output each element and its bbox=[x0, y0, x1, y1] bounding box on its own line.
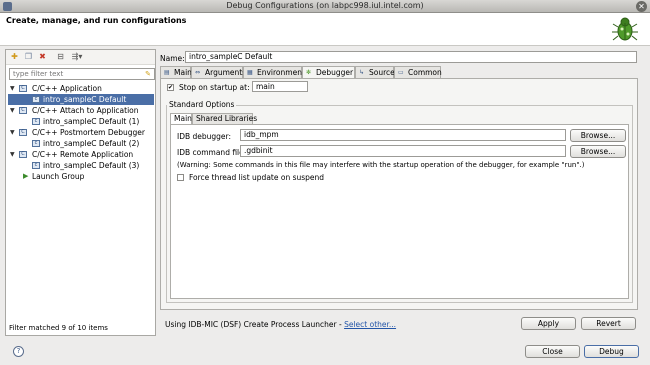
window-title: Debug Configurations (on labpc998.iul.in… bbox=[226, 1, 424, 10]
tree-item-cpp-application[interactable]: ▼ C C/C++ Application bbox=[8, 83, 154, 94]
idb-debugger-input[interactable]: idb_mpm bbox=[240, 129, 566, 141]
command-file-warning: (Warning: Some commands in this file may… bbox=[177, 161, 585, 169]
tree-item-cpp-attach[interactable]: ▼ C C/C++ Attach to Application bbox=[8, 105, 154, 116]
filter-input[interactable] bbox=[10, 69, 138, 79]
configurations-toolbar: ✚ ❐ ✖ ⊟ ⇶▾ bbox=[6, 50, 155, 65]
tab-environment[interactable]: ▦ Environment bbox=[243, 66, 305, 78]
debug-button[interactable]: Debug bbox=[584, 345, 639, 358]
duplicate-icon[interactable]: ❐ bbox=[23, 52, 34, 62]
expand-arrow-icon[interactable]: ▼ bbox=[10, 127, 15, 138]
tree-item-cpp-postmortem[interactable]: ▼ C C/C++ Postmortem Debugger bbox=[8, 127, 154, 138]
force-thread-label: Force thread list update on suspend bbox=[189, 173, 325, 182]
configurations-pane: ✚ ❐ ✖ ⊟ ⇶▾ ✎ ▼ C C/C++ Application c int… bbox=[5, 49, 156, 336]
tree-item-intro-sample-default[interactable]: c intro_sampleC Default bbox=[8, 94, 154, 105]
filter-menu-icon[interactable]: ⇶▾ bbox=[68, 52, 86, 62]
browse-command-file-button[interactable]: Browse... bbox=[570, 145, 626, 158]
expand-arrow-icon[interactable]: ▼ bbox=[10, 149, 15, 160]
name-input[interactable]: intro_sampleC Default bbox=[185, 51, 637, 63]
force-thread-checkbox[interactable] bbox=[177, 174, 184, 181]
apply-button[interactable]: Apply bbox=[521, 317, 576, 330]
cpp-app-icon: C bbox=[19, 85, 27, 92]
tab-arguments[interactable]: ⇔ Arguments bbox=[191, 66, 246, 78]
name-label: Name: bbox=[160, 54, 185, 63]
dialog-banner: Create, manage, and run configurations bbox=[0, 13, 650, 46]
select-other-link[interactable]: Select other... bbox=[344, 320, 396, 329]
expand-arrow-icon[interactable]: ▼ bbox=[10, 105, 15, 116]
tree-item-intro-sample-default-1[interactable]: c intro_sampleC Default (1) bbox=[8, 116, 154, 127]
common-tab-icon: ▭ bbox=[398, 69, 404, 76]
expand-arrow-icon[interactable]: ▼ bbox=[10, 83, 15, 94]
tab-shared-libraries[interactable]: Shared Libraries bbox=[192, 113, 257, 124]
launch-config-icon: c bbox=[32, 140, 40, 147]
launch-config-icon: c bbox=[32, 118, 40, 125]
cpp-postmortem-icon: C bbox=[19, 129, 27, 136]
launch-config-icon: c bbox=[32, 162, 40, 169]
environment-tab-icon: ▦ bbox=[247, 69, 253, 76]
tree-item-cpp-remote[interactable]: ▼ C C/C++ Remote Application bbox=[8, 149, 154, 160]
debugger-tab-icon: ✻ bbox=[306, 69, 312, 76]
help-icon[interactable]: ? bbox=[13, 346, 24, 357]
standard-options-title: Standard Options bbox=[167, 100, 237, 109]
filter-status: Filter matched 9 of 10 items bbox=[9, 324, 108, 332]
launcher-text: Using IDB-MIC (DSF) Create Process Launc… bbox=[165, 320, 345, 329]
stop-on-startup-checkbox[interactable]: ✔ bbox=[167, 84, 174, 91]
dialog-heading: Create, manage, and run configurations bbox=[6, 16, 187, 25]
source-tab-icon: ↳ bbox=[359, 69, 365, 76]
title-bar: Debug Configurations (on labpc998.iul.in… bbox=[0, 0, 650, 13]
options-main-panel: IDB debugger: idb_mpm Browse... IDB comm… bbox=[170, 124, 629, 299]
tab-common[interactable]: ▭ Common bbox=[394, 66, 442, 78]
main-tab-icon: ▤ bbox=[164, 69, 170, 76]
filter-field[interactable]: ✎ bbox=[9, 68, 155, 80]
revert-button[interactable]: Revert bbox=[581, 317, 636, 330]
idb-debugger-label: IDB debugger: bbox=[177, 132, 232, 141]
close-button[interactable]: Close bbox=[525, 345, 580, 358]
cpp-remote-icon: C bbox=[19, 151, 27, 158]
launch-config-icon: c bbox=[32, 96, 40, 103]
stop-on-startup-input[interactable]: main bbox=[252, 81, 308, 92]
arguments-tab-icon: ⇔ bbox=[195, 69, 201, 76]
launcher-info: Using IDB-MIC (DSF) Create Process Launc… bbox=[165, 320, 396, 329]
stop-on-startup-label: Stop on startup at: bbox=[179, 83, 250, 92]
tab-source[interactable]: ↳ Source bbox=[355, 66, 395, 78]
tab-main[interactable]: ▤ Main bbox=[160, 66, 192, 78]
close-window-button[interactable]: ✕ bbox=[636, 1, 647, 12]
delete-icon[interactable]: ✖ bbox=[37, 52, 48, 62]
tree-item-launch-group[interactable]: ▶ Launch Group bbox=[8, 171, 154, 182]
idb-command-file-label: IDB command file: bbox=[177, 148, 247, 157]
browse-debugger-button[interactable]: Browse... bbox=[570, 129, 626, 142]
collapse-all-icon[interactable]: ⊟ bbox=[55, 52, 66, 62]
launch-group-icon: ▶ bbox=[23, 172, 29, 180]
debugger-tab-panel: ✔ Stop on startup at: main Standard Opti… bbox=[160, 78, 638, 310]
standard-options-group: Standard Options Main Shared Libraries I… bbox=[166, 100, 633, 303]
configuration-tree: ▼ C C/C++ Application c intro_sampleC De… bbox=[8, 83, 154, 182]
tree-item-intro-sample-default-2[interactable]: c intro_sampleC Default (2) bbox=[8, 138, 154, 149]
new-configuration-icon[interactable]: ✚ bbox=[9, 52, 20, 62]
idb-command-file-input[interactable]: .gdbinit bbox=[240, 145, 566, 157]
clear-filter-icon[interactable]: ✎ bbox=[145, 70, 151, 78]
debug-bug-icon bbox=[612, 17, 638, 41]
cpp-attach-icon: C bbox=[19, 107, 27, 114]
tree-item-intro-sample-default-3[interactable]: c intro_sampleC Default (3) bbox=[8, 160, 154, 171]
